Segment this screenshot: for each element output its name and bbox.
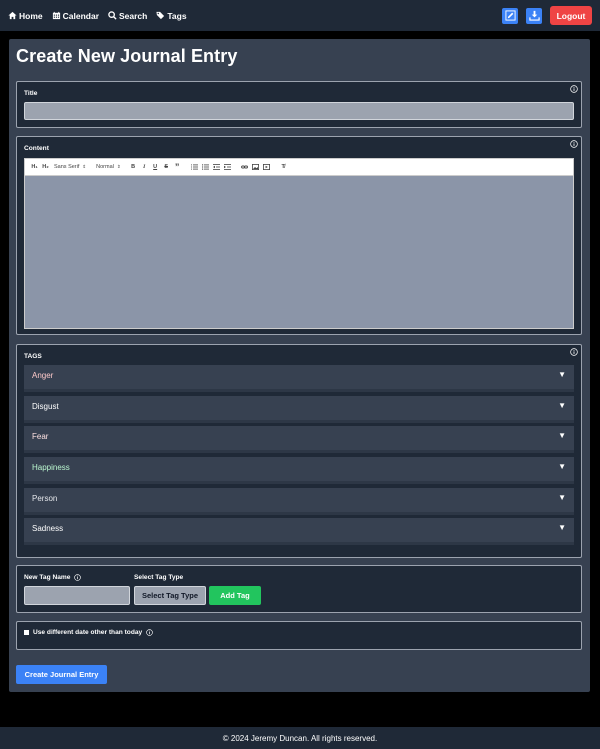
tag-name: Fear — [32, 432, 49, 441]
heading2-button[interactable]: H₂ — [41, 162, 50, 172]
different-date-checkbox[interactable] — [24, 630, 29, 635]
tags-section: TAGS Anger ▼ Disgust ▼ Fear ▼ Happiness … — [16, 344, 582, 558]
outdent-button[interactable] — [212, 162, 221, 172]
select-arrows-icon: ⇕ — [82, 164, 87, 169]
top-navbar: Home Calendar Search Tags Logout — [0, 0, 600, 31]
select-tag-type-button[interactable]: Select Tag Type — [134, 586, 206, 605]
nav-calendar-label: Calendar — [62, 10, 99, 21]
indent-icon — [223, 164, 231, 170]
tag-row-disgust[interactable]: Disgust ▼ — [24, 396, 574, 423]
nav-tags-link[interactable]: Tags — [156, 10, 187, 21]
download-button[interactable] — [526, 7, 542, 24]
content-editor[interactable] — [24, 176, 574, 329]
tag-name: Sadness — [32, 524, 64, 533]
content-label: Content — [24, 145, 49, 152]
size-select[interactable]: Normal ⇕ — [96, 164, 121, 170]
tag-name: Disgust — [32, 402, 59, 411]
nav-tags-label: Tags — [167, 10, 187, 21]
nav-home-link[interactable]: Home — [8, 11, 43, 21]
new-tag-name-input[interactable] — [24, 586, 130, 605]
underline-button[interactable]: U — [151, 162, 160, 172]
bold-button[interactable]: B — [129, 162, 138, 172]
caret-down-icon: ▼ — [558, 523, 566, 532]
tag-name: Anger — [32, 371, 54, 380]
video-icon — [262, 164, 270, 170]
italic-button[interactable]: I — [140, 162, 149, 172]
tags-icon — [156, 11, 165, 20]
journal-entry-form: Create New Journal Entry Title Content H… — [9, 39, 590, 692]
calendar-icon — [52, 11, 61, 20]
editor-toolbar: H₁ H₂ Sans Serif ⇕ Normal ⇕ B I U S ” T̸ — [24, 158, 574, 176]
page-title: Create New Journal Entry — [16, 46, 238, 66]
font-select[interactable]: Sans Serif ⇕ — [54, 164, 86, 170]
bullet-list-button[interactable] — [201, 162, 210, 172]
edit-button[interactable] — [502, 7, 518, 24]
ordered-list-button[interactable] — [190, 162, 199, 172]
caret-down-icon: ▼ — [558, 401, 566, 410]
logout-button[interactable]: Logout — [550, 6, 592, 25]
tags-label: TAGS — [24, 353, 42, 360]
nav-search-label: Search — [119, 10, 148, 21]
strike-button[interactable]: S — [162, 162, 171, 172]
ordered-list-icon — [190, 164, 198, 170]
footer-copyright: © 2024 Jeremy Duncan. All rights reserve… — [222, 733, 378, 743]
different-date-label: Use different date other than today — [33, 629, 153, 636]
different-date-text: Use different date other than today — [33, 629, 143, 636]
content-section: Content H₁ H₂ Sans Serif ⇕ Normal ⇕ B I … — [16, 136, 582, 335]
info-icon[interactable] — [570, 85, 578, 93]
bullet-list-icon — [201, 164, 209, 170]
edit-icon — [504, 10, 516, 21]
outdent-icon — [212, 164, 220, 170]
clean-format-button[interactable]: T̸ — [279, 162, 288, 172]
nav-search-link[interactable]: Search — [108, 11, 147, 21]
footer: © 2024 Jeremy Duncan. All rights reserve… — [0, 727, 600, 749]
image-button[interactable] — [251, 162, 260, 172]
info-icon[interactable] — [570, 348, 578, 356]
home-icon — [8, 11, 17, 20]
heading1-button[interactable]: H₁ — [30, 162, 39, 172]
date-option-section: Use different date other than today — [16, 621, 582, 650]
link-button[interactable] — [240, 162, 249, 172]
new-tag-name-label: New Tag Name — [24, 574, 82, 581]
search-icon — [108, 11, 117, 20]
size-select-value: Normal — [96, 164, 114, 170]
info-icon[interactable] — [74, 574, 82, 581]
select-tag-type-label: Select Tag Type — [134, 574, 184, 581]
download-icon — [528, 10, 540, 21]
link-icon — [240, 165, 248, 169]
tag-row-fear[interactable]: Fear ▼ — [24, 426, 574, 453]
title-section: Title — [16, 81, 582, 128]
caret-down-icon: ▼ — [558, 431, 566, 440]
blockquote-button[interactable]: ” — [173, 162, 182, 172]
video-button[interactable] — [262, 162, 271, 172]
tag-name: Person — [32, 494, 58, 503]
tag-row-happiness[interactable]: Happiness ▼ — [24, 457, 574, 484]
title-input[interactable] — [24, 102, 574, 120]
info-icon[interactable] — [146, 629, 153, 636]
tag-name: Happiness — [32, 463, 70, 472]
font-select-value: Sans Serif — [54, 164, 80, 170]
indent-button[interactable] — [223, 162, 232, 172]
nav-actions: Logout — [494, 6, 592, 25]
caret-down-icon: ▼ — [558, 370, 566, 379]
select-arrows-icon: ⇕ — [116, 164, 121, 169]
info-icon[interactable] — [570, 140, 578, 148]
new-tag-section: New Tag Name Select Tag Type Select Tag … — [16, 565, 582, 613]
tag-row-anger[interactable]: Anger ▼ — [24, 365, 574, 392]
caret-down-icon: ▼ — [558, 493, 566, 502]
caret-down-icon: ▼ — [558, 462, 566, 471]
nav-calendar-link[interactable]: Calendar — [52, 11, 99, 21]
image-icon — [251, 164, 259, 170]
new-tag-name-text: New Tag Name — [24, 574, 71, 581]
nav-home-label: Home — [19, 10, 43, 21]
tag-row-sadness[interactable]: Sadness ▼ — [24, 518, 574, 545]
title-label: Title — [24, 90, 38, 97]
tag-row-person[interactable]: Person ▼ — [24, 488, 574, 515]
add-tag-button[interactable]: Add Tag — [209, 586, 261, 605]
create-journal-entry-button[interactable]: Create Journal Entry — [16, 665, 107, 684]
